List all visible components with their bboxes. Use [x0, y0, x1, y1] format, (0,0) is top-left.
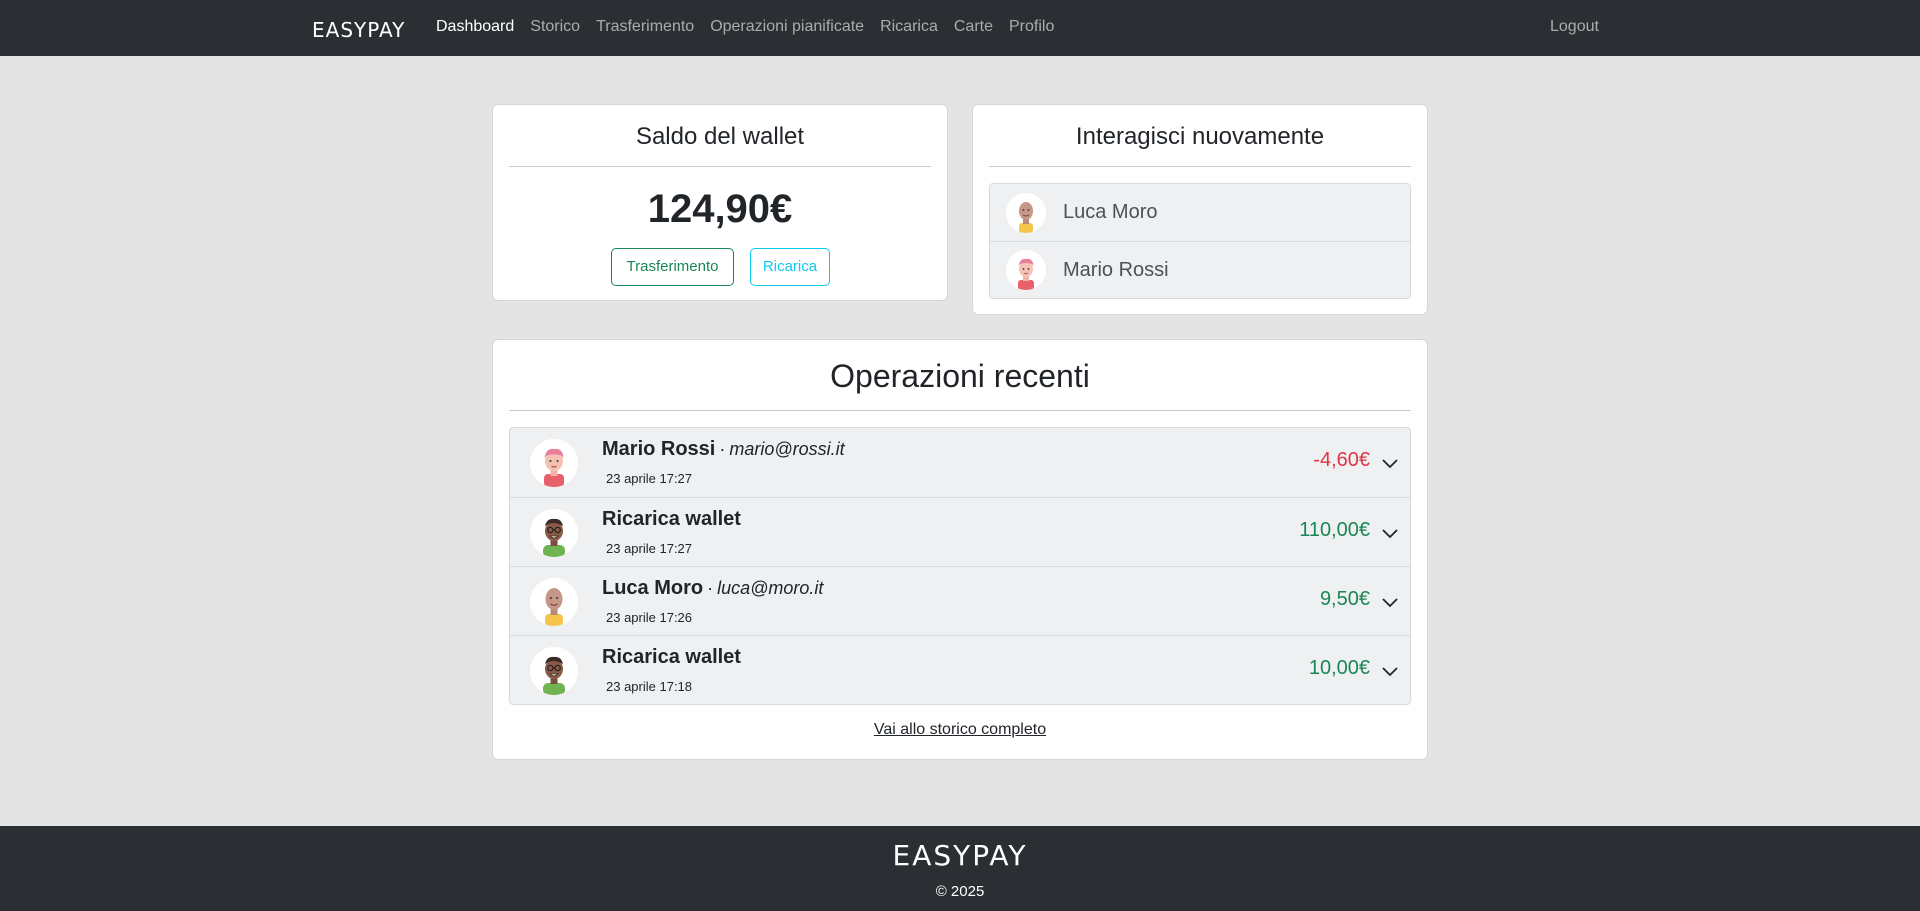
- chevron-down-icon[interactable]: [1380, 661, 1400, 681]
- recent-contacts-list: Luca Moro Mario Rossi: [989, 183, 1411, 299]
- chevron-down-icon[interactable]: [1380, 523, 1400, 543]
- separator-dot: ·: [707, 578, 714, 598]
- glasses-man-avatar-icon: [530, 647, 578, 695]
- interact-card-title: Interagisci nuovamente: [1075, 123, 1325, 150]
- operation-date: 23 aprile 17:27: [606, 541, 693, 556]
- divider: [989, 166, 1411, 167]
- footer-brand-logo: EASYPAY: [892, 839, 1028, 872]
- recent-card-title: Operazioni recenti: [830, 358, 1090, 394]
- divider: [509, 166, 931, 167]
- chevron-down-icon[interactable]: [1380, 453, 1400, 473]
- operation-name: Ricarica wallet: [602, 508, 741, 530]
- operation-row[interactable]: Mario Rossi · mario@rossi.it 23 aprile 17:…: [510, 428, 1410, 497]
- logout-link[interactable]: Logout: [1550, 18, 1599, 36]
- brand-logo[interactable]: EASYPAY: [312, 18, 405, 42]
- pink-hair-avatar-icon: [530, 439, 578, 487]
- divider: [509, 410, 1411, 411]
- operation-amount: 110,00€: [1299, 519, 1370, 541]
- recharge-button[interactable]: Ricarica: [750, 248, 830, 286]
- avatar: [530, 578, 578, 626]
- operation-date: 23 aprile 17:26: [606, 610, 693, 625]
- avatar: [530, 509, 578, 557]
- operation-amount: 9,50€: [1319, 588, 1370, 610]
- contact-name: Luca Moro: [1063, 201, 1158, 223]
- nav-link-profilo[interactable]: Profilo: [1009, 18, 1054, 36]
- operation-row[interactable]: Ricarica wallet 23 aprile 17:18 10,00€: [510, 635, 1410, 704]
- operation-title: Luca Moro · luca@moro.it: [602, 577, 823, 600]
- full-history-link[interactable]: Vai allo storico completo: [493, 721, 1427, 739]
- avatar: [530, 647, 578, 695]
- operation-name: Mario Rossi: [602, 438, 716, 460]
- operation-title: Ricarica wallet: [602, 646, 741, 669]
- operation-title: Ricarica wallet: [602, 508, 741, 531]
- operation-name: Luca Moro: [602, 577, 704, 599]
- nav-link-storico[interactable]: Storico: [530, 18, 580, 36]
- operations-list: Mario Rossi · mario@rossi.it 23 aprile 17:…: [509, 427, 1411, 705]
- footer-copyright: © 2025: [935, 883, 985, 900]
- contact-name: Mario Rossi: [1063, 258, 1169, 281]
- operation-title: Mario Rossi · mario@rossi.it: [602, 438, 845, 461]
- nav-link-dashboard[interactable]: Dashboard: [436, 18, 514, 36]
- operation-row[interactable]: Luca Moro · luca@moro.it 23 aprile 17:26 9…: [510, 566, 1410, 635]
- wallet-card-title: Saldo del wallet: [635, 123, 805, 150]
- bald-man-avatar-icon: [1006, 192, 1046, 233]
- nav-links: Dashboard Storico Trasferimento Operazio…: [436, 18, 1070, 36]
- chevron-down-icon[interactable]: [1380, 592, 1400, 612]
- transfer-button[interactable]: Trasferimento: [611, 248, 734, 286]
- operation-date: 23 aprile 17:18: [606, 679, 693, 694]
- recent-operations-card: Operazioni recenti Mario Rossi · mario@ros…: [492, 339, 1428, 760]
- operation-email: mario@rossi.it: [729, 439, 845, 459]
- nav-link-operazioni-pianificate[interactable]: Operazioni pianificate: [710, 18, 864, 36]
- bald-man-avatar-icon: [530, 578, 578, 626]
- contact-item-luca-moro[interactable]: Luca Moro: [990, 184, 1410, 241]
- operation-email: luca@moro.it: [717, 578, 824, 598]
- nav-link-ricarica[interactable]: Ricarica: [880, 18, 938, 36]
- wallet-balance-card: Saldo del wallet 124,90€ Trasferimento R…: [492, 104, 948, 301]
- wallet-balance-amount: 124,90€: [647, 187, 793, 231]
- page-footer: EASYPAY © 2025: [0, 826, 1920, 911]
- avatar: [530, 439, 578, 487]
- contact-item-mario-rossi[interactable]: Mario Rossi: [990, 241, 1410, 298]
- operation-date: 23 aprile 17:27: [606, 471, 693, 486]
- nav-link-carte[interactable]: Carte: [954, 18, 993, 36]
- interact-again-card: Interagisci nuovamente Luca Moro Mario R…: [972, 104, 1428, 315]
- operation-amount: 10,00€: [1308, 657, 1370, 679]
- pink-hair-avatar-icon: [1006, 250, 1046, 290]
- operation-amount: -4,60€: [1313, 449, 1370, 471]
- operation-row[interactable]: Ricarica wallet 23 aprile 17:27 110,00€: [510, 497, 1410, 566]
- top-navbar: EASYPAY Dashboard Storico Trasferimento …: [0, 0, 1920, 56]
- operation-name: Ricarica wallet: [602, 646, 741, 668]
- glasses-man-avatar-icon: [530, 509, 578, 557]
- separator-dot: ·: [719, 439, 726, 459]
- nav-link-trasferimento[interactable]: Trasferimento: [596, 18, 694, 36]
